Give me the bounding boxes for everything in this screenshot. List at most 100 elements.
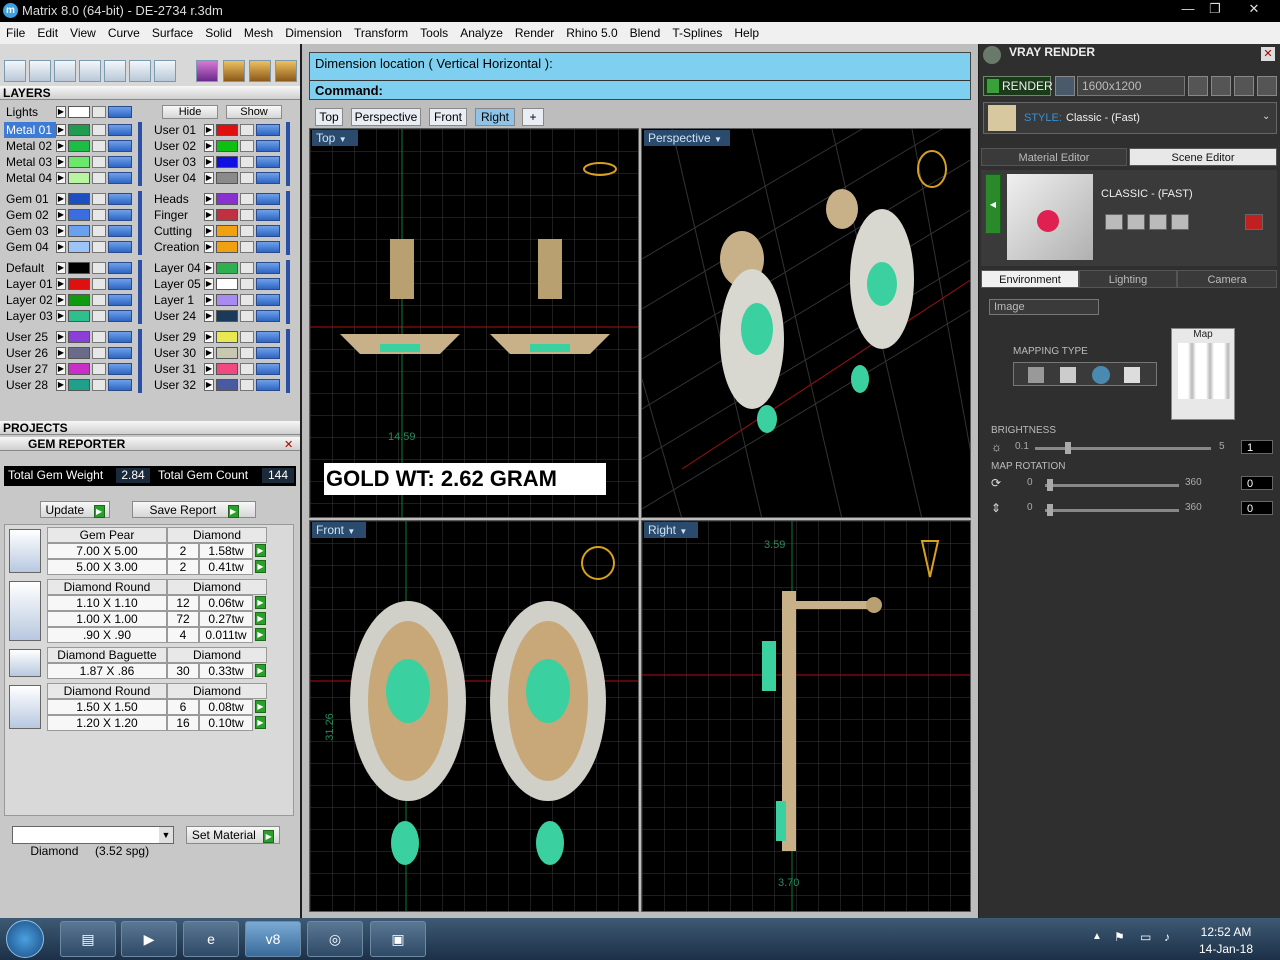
layer-color-swatch[interactable] bbox=[216, 172, 238, 184]
lock-icon[interactable] bbox=[240, 347, 254, 359]
layer-arrow-icon[interactable]: ▶ bbox=[204, 347, 214, 359]
layer-name[interactable]: Cutting bbox=[152, 223, 204, 239]
layer-color-swatch[interactable] bbox=[68, 331, 90, 343]
layer-arrow-icon[interactable]: ▶ bbox=[56, 347, 66, 359]
export-preset-icon[interactable] bbox=[1149, 214, 1167, 230]
visibility-toggle[interactable] bbox=[256, 140, 280, 152]
menu-analyze[interactable]: Analyze bbox=[454, 22, 509, 40]
layer-name[interactable]: User 24 bbox=[152, 308, 204, 324]
visibility-toggle[interactable] bbox=[256, 379, 280, 391]
tab-environment[interactable]: Environment bbox=[981, 270, 1079, 288]
layer-color-swatch[interactable] bbox=[68, 347, 90, 359]
layer-row[interactable]: User 29 ▶ bbox=[152, 329, 298, 345]
tab-perspective[interactable]: Perspective bbox=[351, 108, 421, 126]
menu-render[interactable]: Render bbox=[509, 22, 560, 40]
close-vray-icon[interactable]: ✕ bbox=[1261, 47, 1275, 61]
layer-name[interactable]: Gem 04 bbox=[4, 239, 56, 255]
lock-icon[interactable] bbox=[92, 347, 106, 359]
viewport-front[interactable]: Front ▼ 31.26 bbox=[309, 520, 639, 912]
filter-icon[interactable] bbox=[104, 60, 126, 82]
select-gems-button[interactable]: ▶ bbox=[255, 544, 266, 557]
menu-blend[interactable]: Blend bbox=[624, 22, 667, 40]
visibility-toggle[interactable] bbox=[256, 278, 280, 290]
layer-row[interactable]: Gem 03 ▶ bbox=[4, 223, 150, 239]
layer-arrow-icon[interactable]: ▶ bbox=[204, 379, 214, 391]
layer-color-swatch[interactable] bbox=[216, 262, 238, 274]
material-select[interactable]: Diamond (3.52 spg) ▼ bbox=[12, 826, 174, 858]
menu-tsplines[interactable]: T-Splines bbox=[666, 22, 728, 40]
select-gems-button[interactable]: ▶ bbox=[255, 560, 266, 573]
layer-color-swatch[interactable] bbox=[216, 193, 238, 205]
ring-tool-icon[interactable] bbox=[275, 60, 297, 82]
visibility-toggle[interactable] bbox=[108, 209, 132, 221]
camera-icon[interactable] bbox=[1055, 76, 1075, 96]
layer-name[interactable]: Creation bbox=[152, 239, 204, 255]
layer-color-swatch[interactable] bbox=[68, 124, 90, 136]
layer-row[interactable]: Metal 03 ▶ bbox=[4, 154, 150, 170]
menu-curve[interactable]: Curve bbox=[102, 22, 146, 40]
lock-icon[interactable] bbox=[92, 310, 106, 322]
menu-tools[interactable]: Tools bbox=[414, 22, 454, 40]
lock-icon[interactable] bbox=[240, 262, 254, 274]
layer-arrow-icon[interactable]: ▶ bbox=[204, 156, 214, 168]
layer-row[interactable]: Metal 01 ▶ bbox=[4, 122, 150, 138]
visibility-toggle[interactable] bbox=[256, 262, 280, 274]
grid-icon[interactable] bbox=[4, 60, 26, 82]
visibility-toggle[interactable] bbox=[256, 225, 280, 237]
media-icon[interactable]: ▶ bbox=[121, 921, 177, 957]
layer-arrow-icon[interactable]: ▶ bbox=[56, 140, 66, 152]
layer-name[interactable]: User 26 bbox=[4, 345, 56, 361]
v8-icon[interactable]: v8 bbox=[245, 921, 301, 957]
layer-name[interactable]: Layer 1 bbox=[152, 292, 204, 308]
menu-solid[interactable]: Solid bbox=[199, 22, 238, 40]
layer-row[interactable]: Gem 02 ▶ bbox=[4, 207, 150, 223]
show-hidden-icons[interactable]: ▲ bbox=[1092, 931, 1102, 942]
visibility-toggle[interactable] bbox=[108, 241, 132, 253]
layer-arrow-icon[interactable]: ▶ bbox=[204, 225, 214, 237]
clock-time[interactable]: 12:52 AM bbox=[1196, 925, 1256, 939]
layer-row[interactable]: User 28 ▶ bbox=[4, 377, 150, 393]
select-gems-button[interactable]: ▶ bbox=[255, 596, 266, 609]
layer-name[interactable]: User 31 bbox=[152, 361, 204, 377]
lock-icon[interactable] bbox=[92, 379, 106, 391]
lock-icon[interactable] bbox=[240, 379, 254, 391]
show-button[interactable]: Show bbox=[226, 105, 282, 119]
layer-row[interactable]: User 26 ▶ bbox=[4, 345, 150, 361]
select-icon[interactable] bbox=[129, 60, 151, 82]
layer-name[interactable]: Metal 03 bbox=[4, 154, 56, 170]
collapse-arrow[interactable]: ◀ bbox=[985, 174, 1001, 234]
menu-transform[interactable]: Transform bbox=[348, 22, 414, 40]
visibility-toggle[interactable] bbox=[108, 156, 132, 168]
tab-top[interactable]: Top bbox=[315, 108, 343, 126]
layer-color-swatch[interactable] bbox=[68, 294, 90, 306]
lock-icon[interactable] bbox=[240, 124, 254, 136]
layer-arrow-icon[interactable]: ▶ bbox=[56, 294, 66, 306]
layer-name[interactable]: Gem 03 bbox=[4, 223, 56, 239]
layer-name[interactable]: User 01 bbox=[152, 122, 204, 138]
layer-arrow-icon[interactable]: ▶ bbox=[56, 225, 66, 237]
layer-row[interactable]: User 30 ▶ bbox=[152, 345, 298, 361]
viewport-perspective[interactable]: Perspective ▼ bbox=[641, 128, 971, 518]
visibility-toggle[interactable] bbox=[108, 363, 132, 375]
brightness-value[interactable]: 1 bbox=[1241, 440, 1273, 454]
menu-help[interactable]: Help bbox=[728, 22, 765, 40]
reset-preset-icon[interactable] bbox=[1245, 214, 1263, 230]
layer-arrow-icon[interactable]: ▶ bbox=[204, 124, 214, 136]
visibility-toggle[interactable] bbox=[108, 347, 132, 359]
lock-icon[interactable] bbox=[240, 278, 254, 290]
lock-icon[interactable] bbox=[92, 262, 106, 274]
layer-name[interactable]: Layer 02 bbox=[4, 292, 56, 308]
box-icon[interactable] bbox=[79, 60, 101, 82]
setting-tool-icon[interactable] bbox=[249, 60, 271, 82]
close-button[interactable]: ✕ bbox=[1232, 0, 1276, 18]
layer-color-swatch[interactable] bbox=[216, 331, 238, 343]
lock-icon[interactable] bbox=[240, 241, 254, 253]
layer-row[interactable]: User 24 ▶ bbox=[152, 308, 298, 324]
visibility-toggle[interactable] bbox=[256, 209, 280, 221]
visibility-toggle[interactable] bbox=[256, 347, 280, 359]
layer-arrow-icon[interactable]: ▶ bbox=[204, 241, 214, 253]
visibility-toggle[interactable] bbox=[108, 262, 132, 274]
tab-camera[interactable]: Camera bbox=[1177, 270, 1277, 288]
layer-color-swatch[interactable] bbox=[68, 140, 90, 152]
save-as-preset-icon[interactable] bbox=[1127, 214, 1145, 230]
